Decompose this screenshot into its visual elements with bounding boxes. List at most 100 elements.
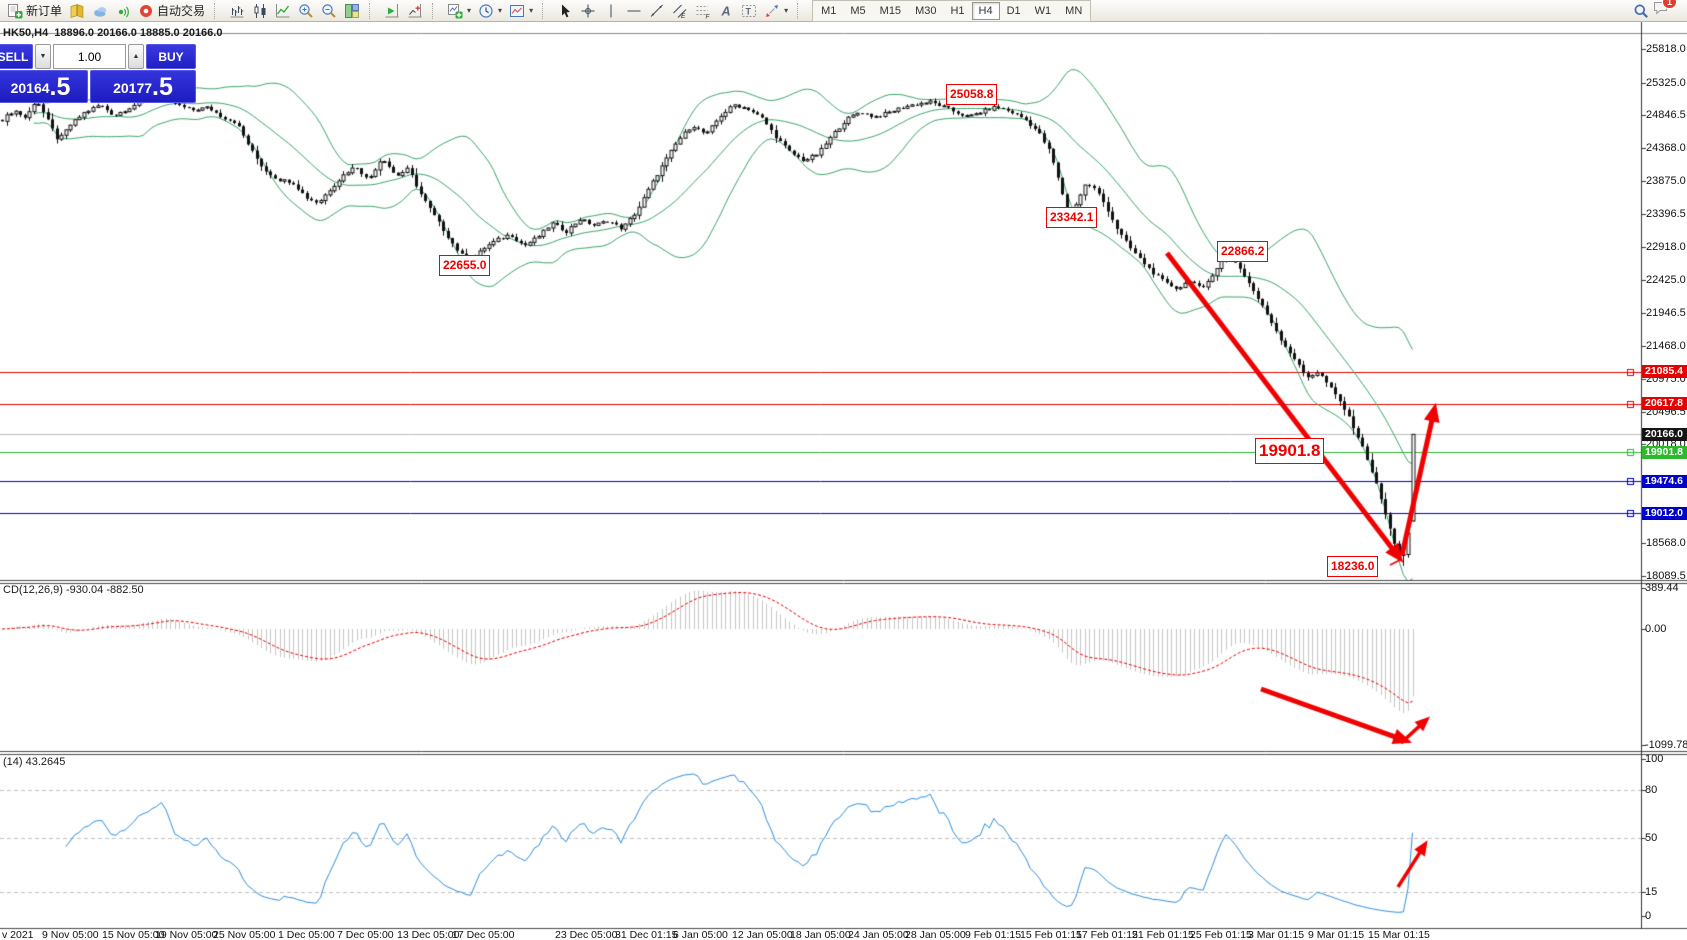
new-order-button[interactable]: 新订单 [4, 1, 65, 21]
tile-windows-icon [344, 3, 360, 19]
chevron-down-icon: ▾ [784, 6, 788, 15]
auto-scroll-button[interactable] [381, 1, 403, 21]
time-axis-label: 6 Jan 05:00 [673, 929, 728, 940]
volume-input[interactable] [53, 44, 126, 69]
symbol-name: HK50,H4 [3, 27, 48, 39]
timeframe-button-h4[interactable]: H4 [972, 2, 1000, 20]
price-level-tag: 19474.6 [1642, 475, 1687, 488]
fibonacci-icon: F [695, 3, 711, 19]
price-callout[interactable]: 18236.0 [1327, 556, 1378, 577]
autotrade-button-label: 自动交易 [157, 2, 205, 19]
template-icon [509, 3, 525, 19]
main-toolbar: 新订单 自动交易 ▾ ▾ ▾ E F AT ▾ M1M5M15M30H1H4D1W1MN 1 [0, 0, 1687, 22]
timeframe-button-m30[interactable]: M30 [908, 2, 943, 20]
horizontal-line-button[interactable] [623, 1, 645, 21]
text-icon: A [718, 3, 734, 19]
horizontal-line-icon [626, 3, 642, 19]
price-callout[interactable]: 23342.1 [1046, 207, 1097, 228]
buy-price-fraction: .5 [152, 75, 173, 100]
macd-axis-label: 0.00 [1645, 623, 1666, 635]
timeframe-button-m5[interactable]: M5 [843, 2, 872, 20]
time-axis-label: 23 Dec 05:00 [555, 929, 617, 940]
time-axis-label: 1 Dec 05:00 [278, 929, 335, 940]
rsi-axis-label: 50 [1645, 832, 1657, 844]
price-callout[interactable]: 25058.8 [946, 84, 997, 105]
price-callout[interactable]: 22655.0 [439, 255, 490, 276]
time-axis-label: 13 Dec 05:00 [397, 929, 459, 940]
timeframe-button-m1[interactable]: M1 [814, 2, 843, 20]
indicators-button[interactable]: ▾ [444, 1, 474, 21]
auto-scroll-icon [384, 3, 400, 19]
clock-icon [478, 3, 494, 19]
price-axis-tick: 18568.0 [1646, 537, 1686, 549]
rsi-axis-label: 15 [1645, 886, 1657, 898]
text-label-button[interactable]: T [738, 1, 760, 21]
autotrade-button[interactable]: 自动交易 [135, 1, 208, 21]
indicators-icon [447, 3, 463, 19]
price-axis-tick: 21946.5 [1646, 307, 1686, 319]
periods-button[interactable]: ▾ [475, 1, 505, 21]
time-axis-label: 9 Feb 01:15 [965, 929, 1021, 940]
macd-axis-label: 389.44 [1645, 582, 1679, 594]
crosshair-button[interactable] [577, 1, 599, 21]
svg-text:E: E [681, 13, 686, 19]
line-chart-icon [275, 3, 291, 19]
vertical-line-button[interactable] [600, 1, 622, 21]
volume-increase-button[interactable] [128, 44, 144, 69]
time-axis-label: 19 Nov 05:00 [155, 929, 217, 940]
arrows-icon [764, 3, 780, 19]
timeframe-button-m15[interactable]: M15 [873, 2, 908, 20]
cursor-button[interactable] [554, 1, 576, 21]
price-chart-canvas[interactable] [0, 0, 1687, 940]
search-button[interactable] [1630, 1, 1652, 21]
buy-price-display: 20177.5 [90, 70, 196, 103]
chat-button[interactable]: 1 [1653, 0, 1669, 21]
price-axis-tick: 23875.0 [1646, 175, 1686, 187]
volume-decrease-button[interactable] [35, 44, 51, 69]
arrows-button[interactable]: ▾ [761, 1, 791, 21]
buy-button[interactable]: BUY [146, 44, 196, 69]
price-axis-tick: 25818.0 [1646, 43, 1686, 55]
price-axis-tick: 22918.0 [1646, 241, 1686, 253]
trendline-button[interactable] [646, 1, 668, 21]
timeframe-button-d1[interactable]: D1 [1000, 2, 1028, 20]
community-button[interactable] [89, 1, 111, 21]
crosshair-icon [580, 3, 596, 19]
chart-shift-icon [407, 3, 423, 19]
svg-text:F: F [706, 13, 711, 19]
toolbar-separator [369, 3, 376, 19]
zoom-out-button[interactable] [318, 1, 340, 21]
sell-button[interactable]: SELL [0, 44, 33, 69]
time-axis-label: 17 Dec 05:00 [452, 929, 514, 940]
symbol-ohlc-values: 18896.0 20166.0 18885.0 20166.0 [54, 27, 222, 39]
templates-button[interactable]: ▾ [506, 1, 536, 21]
chevron-down-icon: ▾ [498, 6, 502, 15]
equidistant-channel-button[interactable]: E [669, 1, 691, 21]
new-order-button-label: 新订单 [26, 2, 62, 19]
history-center-button[interactable] [66, 1, 88, 21]
price-callout[interactable]: 19901.8 [1255, 438, 1324, 464]
time-axis-label: 18 Jan 05:00 [790, 929, 851, 940]
timeframe-button-mn[interactable]: MN [1058, 2, 1089, 20]
timeframe-button-h1[interactable]: H1 [943, 2, 971, 20]
text-label-icon: T [741, 3, 757, 19]
price-callout[interactable]: 22866.2 [1217, 241, 1268, 262]
sell-price-main: 20164 [11, 78, 50, 98]
time-axis-label: v 2021 [2, 929, 34, 940]
timeframe-button-w1[interactable]: W1 [1028, 2, 1059, 20]
price-axis-tick: 18089.5 [1646, 570, 1686, 582]
cloud-icon [92, 3, 108, 19]
signals-button[interactable] [112, 1, 134, 21]
rsi-axis-label: 100 [1645, 753, 1663, 765]
tile-windows-button[interactable] [341, 1, 363, 21]
candlestick-chart-button[interactable] [249, 1, 271, 21]
zoom-in-button[interactable] [295, 1, 317, 21]
equidistant-channel-icon: E [672, 3, 688, 19]
sell-price-display: 20164.5 [0, 70, 88, 103]
fibonacci-button[interactable]: F [692, 1, 714, 21]
chart-shift-button[interactable] [404, 1, 426, 21]
macd-axis-label: -1099.78 [1645, 739, 1687, 751]
line-chart-button[interactable] [272, 1, 294, 21]
bar-chart-button[interactable] [226, 1, 248, 21]
text-button[interactable]: A [715, 1, 737, 21]
